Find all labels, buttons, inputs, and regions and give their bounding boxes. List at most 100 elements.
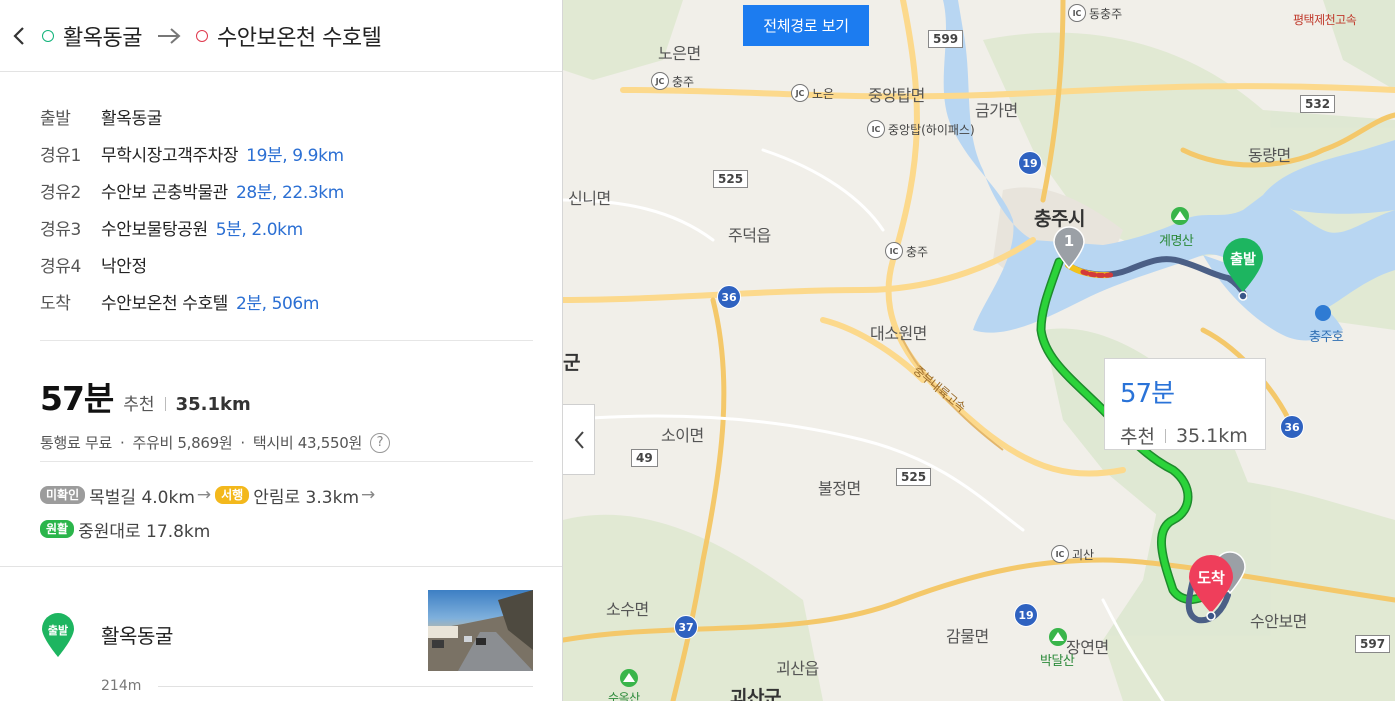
waypoint-meta: 28분, 22.3km [235, 183, 344, 203]
fuel-cost: 주유비 5,869원 [132, 434, 233, 452]
section-separator [0, 566, 562, 567]
help-icon[interactable]: ? [369, 432, 390, 453]
chevron-left-icon [574, 430, 584, 449]
start-pin-label: 출발 [47, 624, 69, 637]
jc-label: JC 충주 [651, 72, 694, 90]
map-label: 중앙탑면 [868, 86, 925, 105]
waypoint-row[interactable]: 경유4 낙안정 [40, 246, 562, 283]
route-callout[interactable]: 57분 추천 35.1km [1104, 358, 1266, 450]
ic-name: 동충주 [1089, 6, 1123, 21]
map-label: 충주호 [1309, 330, 1344, 345]
callout-time: 57분 [1120, 379, 1175, 409]
map-label: 수옥산 [608, 691, 640, 701]
taxi-fare: 택시비 43,550원 [252, 434, 362, 452]
waypoint-meta: 5분, 2.0km [215, 220, 304, 240]
map-label: 노은면 [658, 44, 701, 63]
traffic-road: 목벌길 4.0km [89, 487, 195, 508]
waypoint-row[interactable]: 도착 수안보온천 수호텔 2분, 506m [40, 283, 562, 320]
traffic-badge: 미확인 [40, 486, 86, 504]
waypoint-name: 무학시장고객주차장 [101, 146, 239, 166]
waypoint-name: 낙안정 [101, 257, 147, 277]
waypoint-label: 경유1 [40, 146, 81, 166]
street-view-thumbnail[interactable] [428, 590, 533, 671]
road-number: 525 [896, 468, 932, 486]
ic-icon: IC [885, 242, 903, 260]
recommend-tag: 추천 [123, 395, 155, 415]
map-label: 소수면 [606, 600, 649, 619]
arrow-right-icon [157, 27, 181, 44]
ic-icon: IC [1068, 4, 1086, 22]
separator [1164, 428, 1166, 443]
map-label: 박달산 [1040, 654, 1075, 669]
traffic-road: 중원대로 17.8km [78, 521, 211, 542]
waypoint-label: 경유2 [40, 183, 81, 203]
waypoint-label: 도착 [40, 294, 71, 314]
traffic-line: 미확인 목벌길 4.0km → 서행 안림로 3.3km → [40, 478, 533, 512]
traffic-summary: 미확인 목벌길 4.0km → 서행 안림로 3.3km → 원활 중원대로 1… [40, 478, 533, 546]
start-marker-icon[interactable] [1220, 236, 1266, 302]
start-circle-icon [42, 29, 54, 42]
route-header: 활옥동굴 수안보온천 수호텔 [0, 0, 562, 72]
step-start[interactable]: 출발 활옥동굴 214m [0, 590, 562, 701]
road-number: 597 [1355, 635, 1391, 653]
arrow-right-icon: → [361, 485, 376, 505]
waypoint-row[interactable]: 출발 활옥동굴 [40, 98, 562, 135]
ic-name: 중앙탑(하이패스) [888, 122, 975, 137]
waypoint-row[interactable]: 경유3 수안보물탕공원 5분, 2.0km [40, 209, 562, 246]
full-route-button[interactable]: 전체경로 보기 [743, 5, 869, 46]
road-number: 532 [1300, 95, 1336, 113]
waypoint-label: 경유3 [40, 220, 81, 240]
start-marker-label: 출발 [1230, 252, 1256, 268]
highway-shield: 37 [674, 615, 698, 639]
map-view[interactable]: 노은면 중앙탑면 금가면 평택제천고속 동량면 신니면 주덕읍 충주시 계명산 … [563, 0, 1395, 701]
waypoint-name: 수안보물탕공원 [101, 220, 208, 240]
callout-distance: 35.1km [1175, 424, 1248, 447]
jc-icon: JC [651, 72, 669, 90]
end-circle-icon [195, 29, 208, 42]
jc-name: 노은 [812, 86, 835, 101]
waypoint-marker-label: 1 [1063, 232, 1075, 250]
waypoint-meta: 2분, 506m [235, 294, 320, 314]
road-number: 49 [631, 449, 658, 467]
header-start: 활옥동굴 [63, 25, 142, 51]
waypoint-row[interactable]: 경유1 무학시장고객주차장 19분, 9.9km [40, 135, 562, 172]
waypoint-list: 출발 활옥동굴 경유1 무학시장고객주차장 19분, 9.9km 경유2 수안보… [0, 72, 562, 320]
map-label: 계명산 [1159, 234, 1194, 249]
divider [40, 461, 533, 462]
ic-label: IC 충주 [885, 242, 928, 260]
bullet: · [240, 433, 245, 452]
divider [40, 340, 533, 341]
traffic-road: 안림로 3.3km [253, 487, 359, 508]
traffic-badge: 서행 [215, 486, 250, 504]
end-marker-icon[interactable] [1186, 553, 1236, 623]
traffic-badge: 원활 [40, 520, 75, 538]
chevron-left-icon [12, 26, 24, 45]
ic-name: 충주 [906, 244, 929, 259]
waypoint-label: 출발 [40, 109, 71, 129]
map-label: 주덕읍 [728, 226, 771, 245]
toll-fee: 통행료 무료 [40, 434, 112, 452]
map-label: 신니면 [568, 189, 611, 208]
end-marker-label: 도착 [1197, 569, 1225, 587]
step-distance: 214m [101, 678, 142, 694]
back-button[interactable] [8, 21, 28, 51]
callout-tag: 추천 [1120, 426, 1155, 448]
highway-shield: 36 [717, 285, 741, 309]
map-label: 수안보면 [1250, 612, 1307, 631]
road-number: 599 [928, 30, 964, 48]
waypoint-meta: 19분, 9.9km [246, 146, 344, 166]
waypoint-name: 활옥동굴 [101, 109, 162, 129]
total-distance: 35.1km [175, 394, 251, 415]
waypoint-label: 경유4 [40, 257, 81, 277]
ic-label: IC 동충주 [1068, 4, 1122, 22]
separator [164, 397, 166, 411]
collapse-panel-button[interactable] [563, 404, 595, 475]
ic-label: IC 괴산 [1051, 545, 1094, 563]
route-summary: 57분 추천 35.1km 통행료 무료 · 주유비 5,869원 · 택시비 … [40, 372, 533, 453]
traffic-line: 원활 중원대로 17.8km [40, 512, 533, 546]
jc-label: JC 노은 [791, 84, 834, 102]
jc-icon: JC [791, 84, 809, 102]
step-distance-line [158, 686, 533, 687]
waypoint-row[interactable]: 경유2 수안보 곤충박물관 28분, 22.3km [40, 172, 562, 209]
map-label: 동량면 [1248, 146, 1291, 165]
